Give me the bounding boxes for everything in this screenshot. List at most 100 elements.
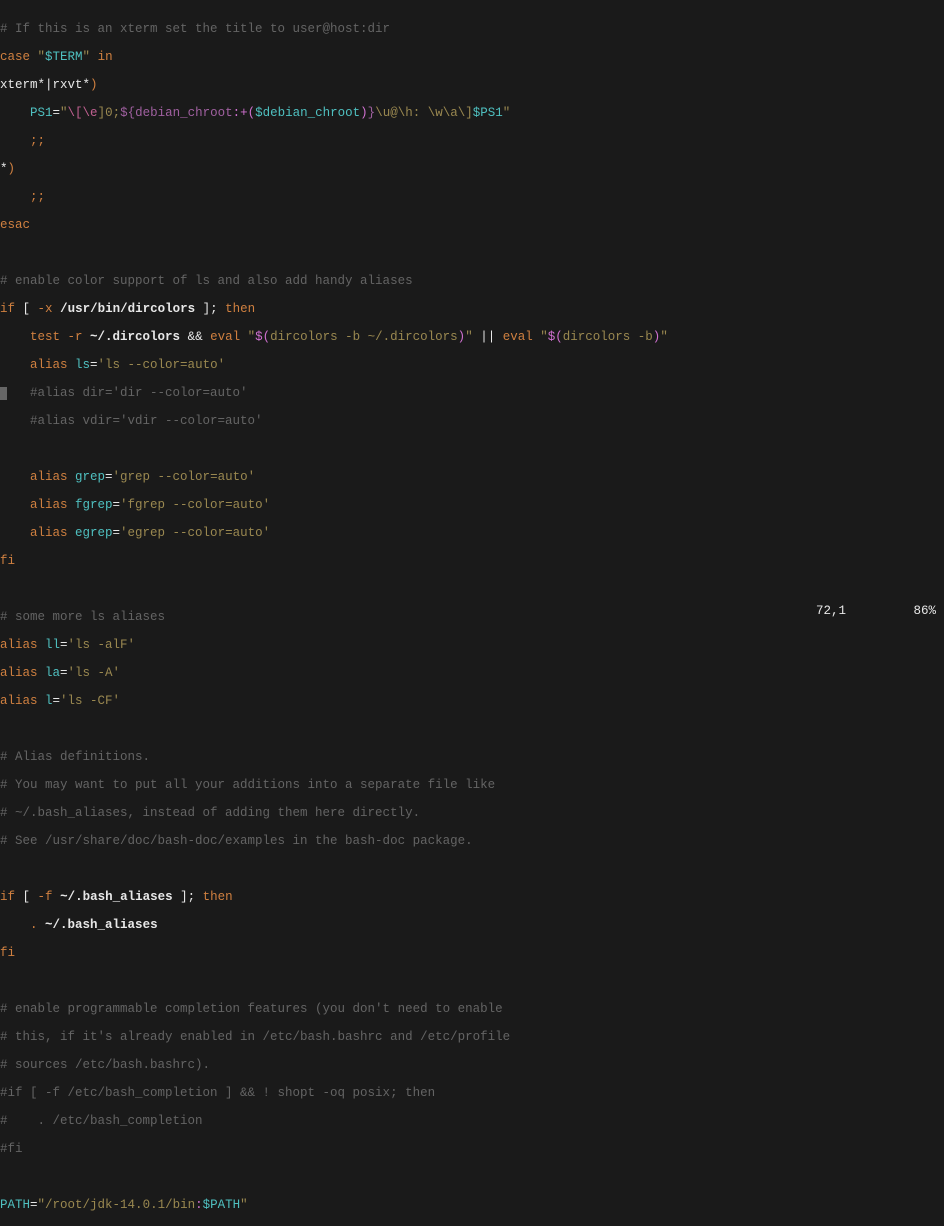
code-text: dircolors -b [563,330,653,344]
code-text: if [0,302,15,316]
code-text: PATH [0,1198,30,1212]
code-text: = [90,358,98,372]
code-text: alias [0,470,75,484]
code-text: " [248,330,256,344]
code-comment: # See /usr/share/doc/bash-doc/examples i… [0,834,473,848]
code-text: ]0; [98,106,121,120]
code-comment: # You may want to put all your additions… [0,778,495,792]
code-text [0,918,30,932]
code-text: alias [0,694,45,708]
code-text: -x [38,302,53,316]
code-text: esac [0,218,30,232]
code-text: fi [0,554,15,568]
code-text: -f [38,890,53,904]
code-text: * [0,162,8,176]
code-text: = [105,470,113,484]
code-text: && [180,330,210,344]
code-text: la [45,666,60,680]
code-text [83,330,91,344]
code-text: : [195,1198,203,1212]
code-text: " [540,330,548,344]
code-text: ) [360,106,368,120]
code-text: . [30,918,38,932]
code-text: ${debian_chroot [120,106,233,120]
code-text: = [60,638,68,652]
code-text: l [45,694,53,708]
code-text: 'ls -A' [68,666,121,680]
code-text: ]; [173,890,196,904]
code-comment: # this, if it's already enabled in /etc/… [0,1030,510,1044]
code-text: $( [255,330,270,344]
code-text: " [240,1198,248,1212]
code-text: [ [15,890,38,904]
code-text: $( [548,330,563,344]
code-text: " [83,50,91,64]
code-text: fi [0,946,15,960]
code-text [38,918,46,932]
code-text: " [60,106,68,120]
code-text: -r [68,330,83,344]
code-text: then [195,890,233,904]
code-text: || [473,330,503,344]
code-text: eval [503,330,533,344]
code-comment: # enable color support of ls and also ad… [0,274,413,288]
code-text: ) [8,162,16,176]
scroll-percent: 86% [913,604,936,618]
code-text [240,330,248,344]
code-text: /root/jdk-14.0.1/bin [45,1198,195,1212]
code-text: \u@\h: \w\a\] [375,106,473,120]
cursor-position: 72,1 [816,604,846,618]
code-text: = [113,526,121,540]
code-text: 'egrep --color=auto' [120,526,270,540]
code-text: " [38,50,46,64]
code-text: eval [210,330,240,344]
code-comment: # ~/.bash_aliases, instead of adding the… [0,806,420,820]
code-text: " [465,330,473,344]
status-bar: 72,1 86% [816,604,936,618]
code-text: \[\e [68,106,98,120]
code-text: ~/.bash_aliases [60,890,173,904]
code-text: $debian_chroot [255,106,360,120]
code-text: " [38,1198,46,1212]
code-text: alias [0,666,45,680]
code-text: 'ls --color=auto' [98,358,226,372]
code-text: $TERM [45,50,83,64]
code-text [53,890,61,904]
code-text: case [0,50,38,64]
code-text: test [0,330,68,344]
code-text [53,302,61,316]
code-text: alias [0,498,75,512]
code-text: [ [15,302,38,316]
code-comment: #fi [0,1142,23,1156]
code-text: = [53,694,61,708]
code-text: = [113,498,121,512]
code-text: " [660,330,668,344]
code-text: = [60,666,68,680]
code-comment: #alias vdir='vdir --color=auto' [0,414,263,428]
code-text: if [0,890,15,904]
code-comment: # enable programmable completion feature… [0,1002,503,1016]
code-comment: # Alias definitions. [0,750,150,764]
code-text: ll [45,638,60,652]
code-text: 'ls -CF' [60,694,120,708]
code-text: $PATH [203,1198,241,1212]
code-text: PS1 [0,106,53,120]
code-comment: # If this is an xterm set the title to u… [0,22,390,36]
code-text: = [53,106,61,120]
code-text: in [90,50,113,64]
code-text: fgrep [75,498,113,512]
code-text: ls [75,358,90,372]
code-text: $PS1 [473,106,503,120]
editor-content[interactable]: # If this is an xterm set the title to u… [0,0,944,1226]
code-comment: # sources /etc/bash.bashrc). [0,1058,210,1072]
code-text: ~/.bash_aliases [45,918,158,932]
code-text: egrep [75,526,113,540]
code-text: ;; [0,190,45,204]
code-text: grep [75,470,105,484]
code-text: 'grep --color=auto' [113,470,256,484]
code-text: ;; [0,134,45,148]
code-text: alias [0,358,75,372]
code-comment: # some more ls aliases [0,610,165,624]
code-text: ~/.dircolors [90,330,180,344]
code-comment: #if [ -f /etc/bash_completion ] && ! sho… [0,1086,435,1100]
